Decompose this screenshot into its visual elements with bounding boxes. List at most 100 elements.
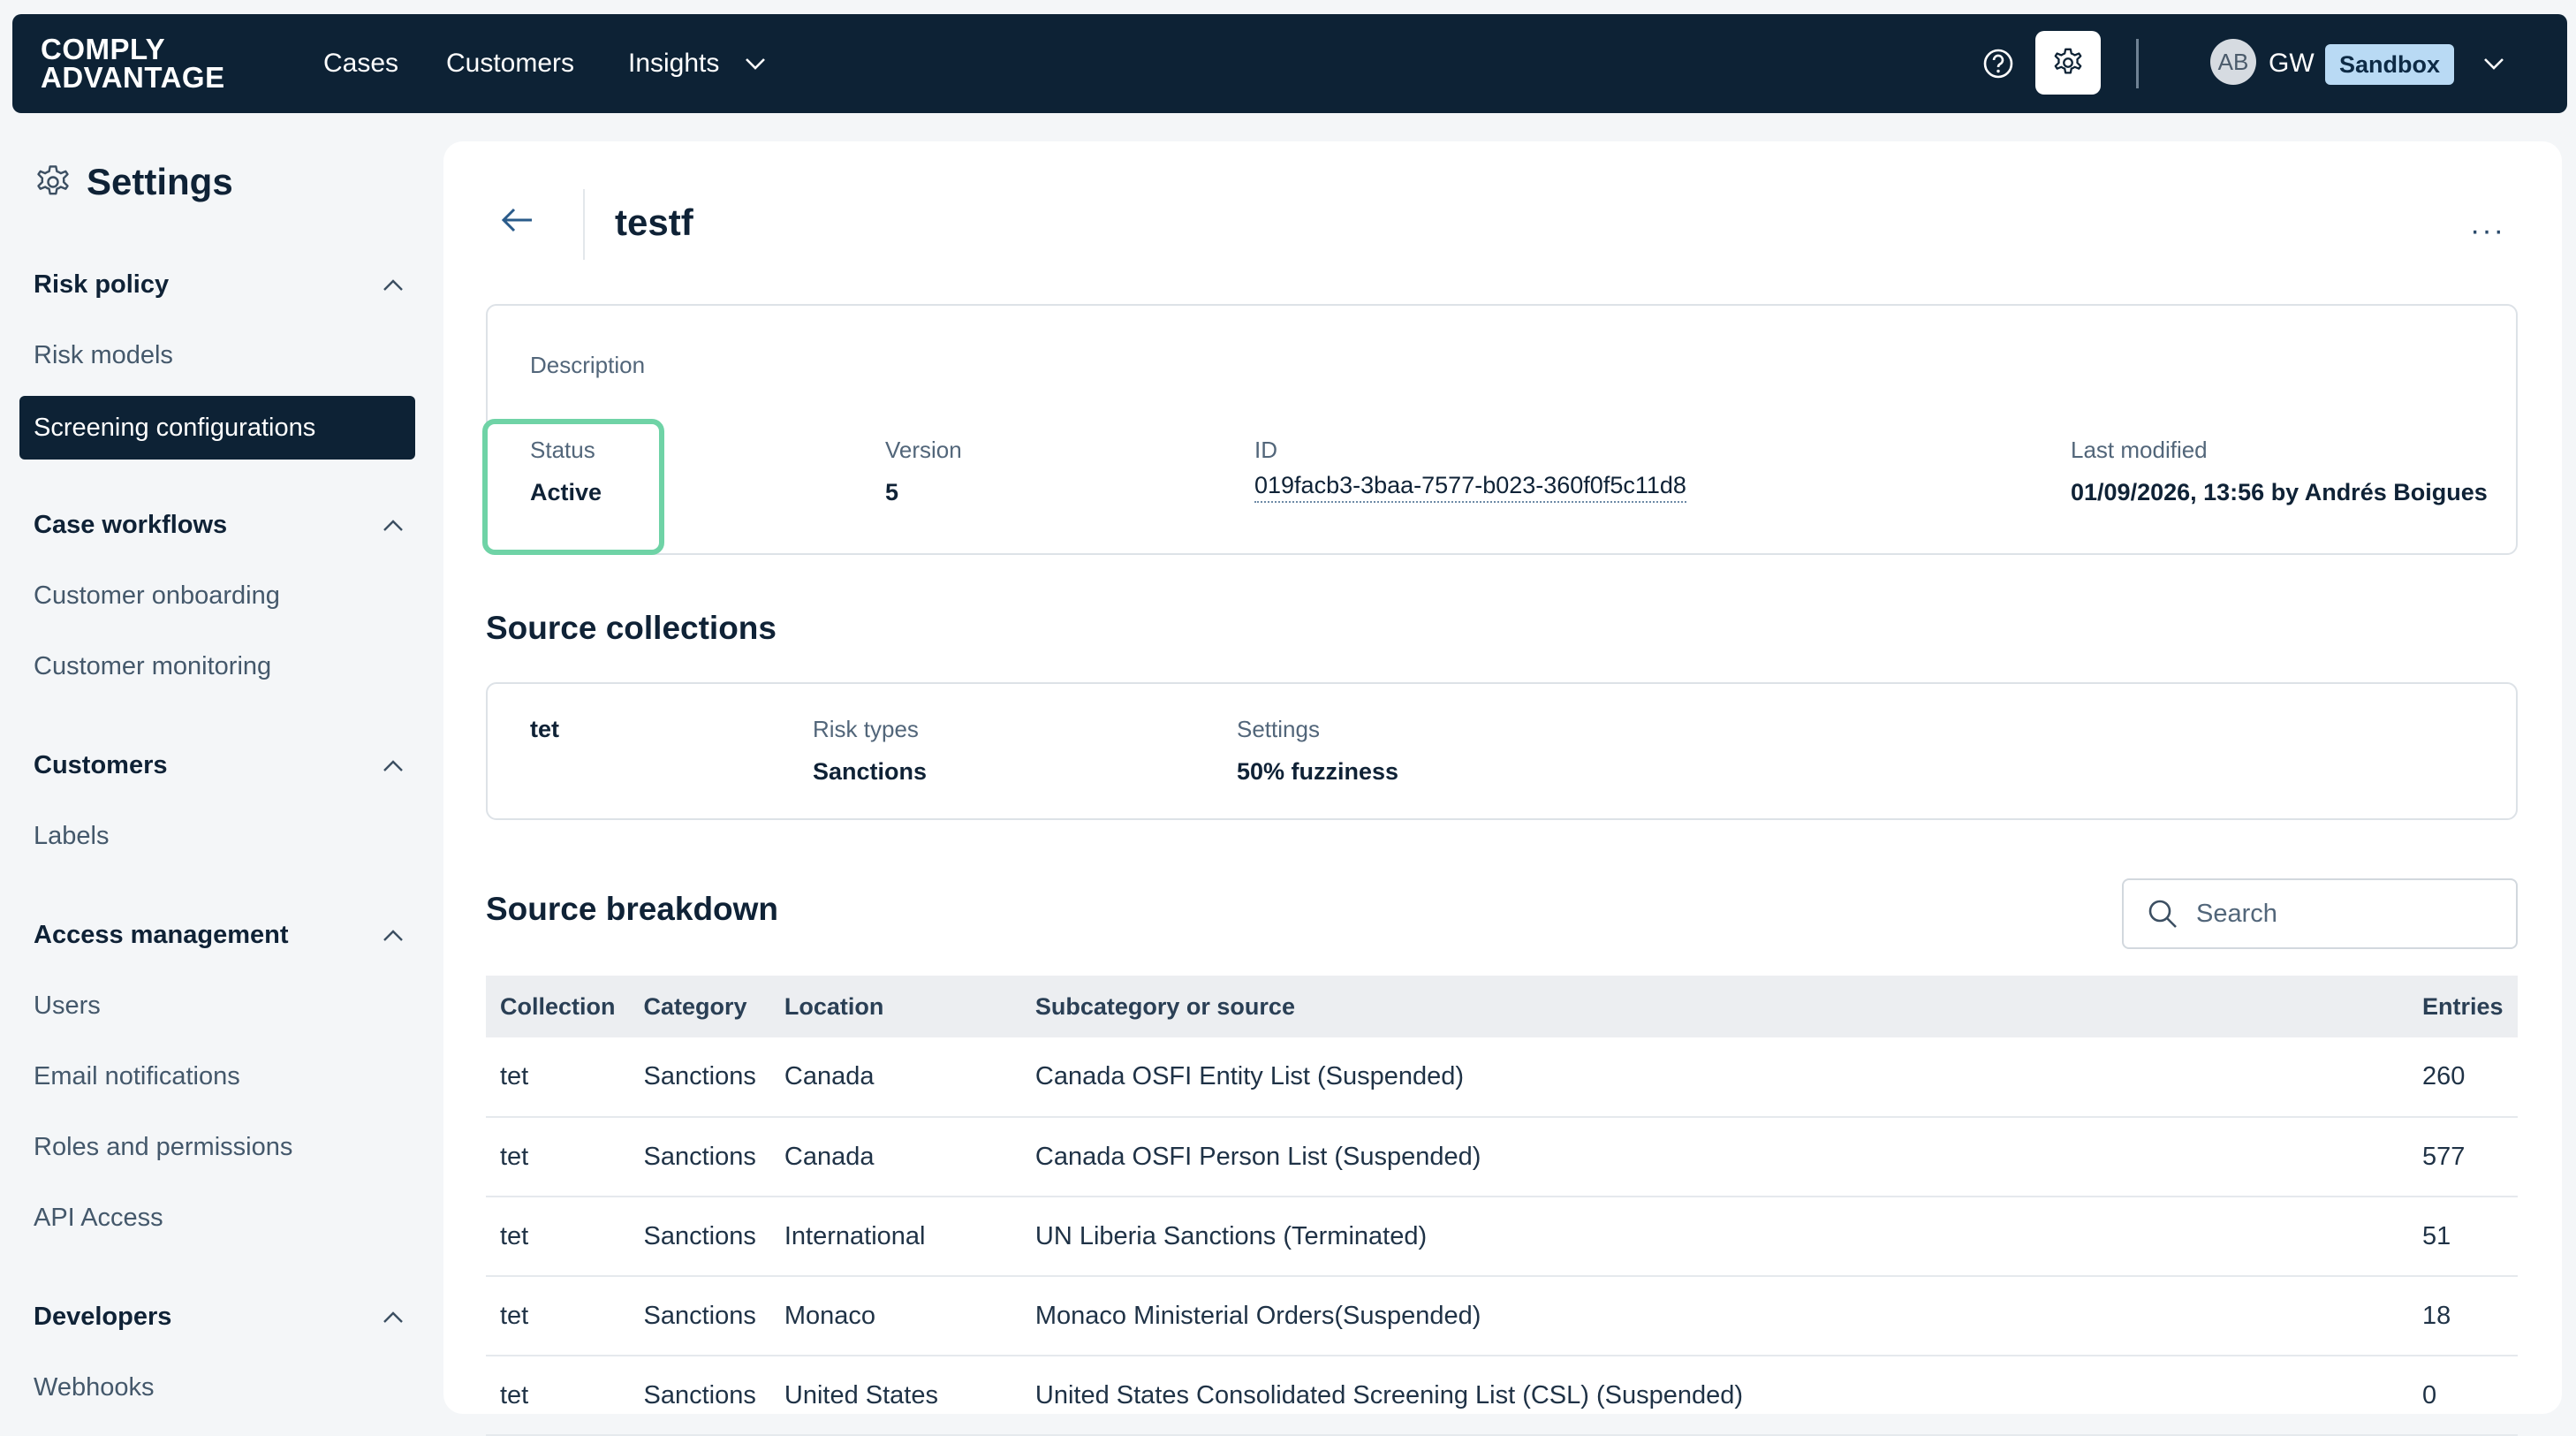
version-value: 5 (885, 479, 899, 505)
sidebar-item-api-access[interactable]: API Access (34, 1204, 163, 1233)
sidebar-section-risk-policy[interactable]: Risk policy (34, 270, 405, 300)
source-collection-card: tet Risk types Sanctions Settings 50% fu… (486, 682, 2518, 820)
cell-category: Sanctions (629, 1356, 770, 1436)
last-modified-value: 01/09/2026, 13:56 by Andrés Boigues (2071, 479, 2488, 505)
nav-insights[interactable]: Insights (628, 14, 719, 113)
search-field[interactable] (2122, 878, 2518, 949)
chevron-up-icon[interactable] (382, 278, 405, 293)
sidebar-item-customer-monitoring[interactable]: Customer monitoring (34, 652, 271, 681)
sidebar-item-users[interactable]: Users (34, 992, 101, 1021)
page-section-title: Settings (87, 161, 233, 202)
table-row[interactable]: tet Sanctions Canada Canada OSFI Person … (486, 1117, 2518, 1197)
source-collections-title: Source collections (486, 610, 777, 646)
source-breakdown-title: Source breakdown (486, 891, 779, 927)
cell-collection: tet (486, 1117, 630, 1197)
cell-category: Sanctions (629, 1276, 770, 1356)
table-row[interactable]: tet Sanctions International UN Liberia S… (486, 1197, 2518, 1277)
nav-cases[interactable]: Cases (323, 14, 398, 113)
table-header-row: Collection Category Location Subcategory… (486, 976, 2518, 1037)
cell-collection: tet (486, 1197, 630, 1277)
column-header-entries[interactable]: Entries (2408, 976, 2518, 1037)
logo-line-2: ADVANTAGE (41, 61, 225, 94)
cell-entries: 577 (2408, 1117, 2518, 1197)
logo-line-1: COMPLY (41, 33, 166, 65)
nav-divider (2136, 39, 2139, 88)
cell-subcategory: Canada OSFI Entity List (Suspended) (1020, 1037, 2408, 1118)
settings-value: 50% fuzziness (1237, 758, 1399, 785)
cell-location: United States (769, 1356, 1021, 1436)
risk-types-value: Sanctions (813, 758, 928, 785)
sidebar-section-customers[interactable]: Customers (34, 751, 405, 780)
sidebar-item-labels[interactable]: Labels (34, 822, 109, 851)
nav-customers[interactable]: Customers (446, 14, 574, 113)
sidebar-section-case-workflows[interactable]: Case workflows (34, 511, 405, 540)
sidebar-item-risk-models[interactable]: Risk models (34, 341, 173, 370)
sidebar-item-roles-and-permissions[interactable]: Roles and permissions (34, 1133, 292, 1162)
sidebar-item-email-notifications[interactable]: Email notifications (34, 1062, 240, 1091)
help-icon[interactable] (1979, 44, 2018, 83)
section-header-label: Access management (34, 921, 289, 949)
back-arrow-icon[interactable] (500, 205, 535, 235)
sidebar-item-webhooks[interactable]: Webhooks (34, 1373, 155, 1402)
cell-collection: tet (486, 1276, 630, 1356)
status-label: Status (530, 437, 595, 463)
section-header-label: Case workflows (34, 511, 228, 539)
table-row[interactable]: tet Sanctions Canada Canada OSFI Entity … (486, 1037, 2518, 1118)
cell-category: Sanctions (629, 1197, 770, 1277)
source-breakdown-table: Collection Category Location Subcategory… (486, 976, 2518, 1436)
chevron-up-icon[interactable] (382, 759, 405, 773)
id-value[interactable]: 019facb3-3baa-7577-b023-360f0f5c11d8 (1254, 472, 1686, 503)
page-title: testf (615, 201, 693, 243)
main-panel: testf ··· Description Status Active Vers… (443, 141, 2562, 1436)
column-header-location[interactable]: Location (769, 976, 1021, 1037)
table-row[interactable]: tet Sanctions Monaco Monaco Ministerial … (486, 1276, 2518, 1356)
title-divider (583, 189, 585, 260)
chevron-up-icon[interactable] (382, 519, 405, 533)
search-input[interactable] (2196, 899, 2496, 929)
sidebar-item-screening-configurations[interactable]: Screening configurations (19, 396, 415, 460)
cell-location: Monaco (769, 1276, 1021, 1356)
more-options-button[interactable]: ··· (2470, 214, 2505, 248)
cell-entries: 18 (2408, 1276, 2518, 1356)
last-modified-label: Last modified (2071, 437, 2208, 463)
user-initials[interactable]: GW (2269, 14, 2315, 113)
risk-types-label: Risk types (813, 716, 919, 742)
avatar[interactable]: AB (2210, 39, 2256, 85)
chevron-down-icon[interactable] (744, 57, 767, 71)
collection-name: tet (530, 716, 559, 742)
top-navigation-bar: COMPLY ADVANTAGE Cases Customers Insight… (12, 14, 2567, 113)
cell-entries: 260 (2408, 1037, 2518, 1118)
settings-label: Settings (1237, 716, 1320, 742)
table-row[interactable]: tet Sanctions United States United State… (486, 1356, 2518, 1436)
cell-subcategory: United States Consolidated Screening Lis… (1020, 1356, 2408, 1436)
sidebar-section-developers[interactable]: Developers (34, 1303, 405, 1332)
cell-entries: 51 (2408, 1197, 2518, 1277)
chevron-up-icon[interactable] (382, 1311, 405, 1325)
sidebar-section-access-management[interactable]: Access management (34, 921, 405, 950)
chevron-up-icon[interactable] (382, 929, 405, 943)
company-logo[interactable]: COMPLY ADVANTAGE (41, 33, 225, 94)
version-label: Version (885, 437, 962, 463)
cell-category: Sanctions (629, 1037, 770, 1118)
cell-location: Canada (769, 1037, 1021, 1118)
section-header-label: Developers (34, 1303, 172, 1331)
description-label: Description (530, 352, 646, 378)
settings-button[interactable] (2035, 31, 2101, 95)
id-label: ID (1254, 437, 1277, 463)
cell-subcategory: Canada OSFI Person List (Suspended) (1020, 1117, 2408, 1197)
cell-subcategory: UN Liberia Sanctions (Terminated) (1020, 1197, 2408, 1277)
cell-collection: tet (486, 1356, 630, 1436)
column-header-subcategory[interactable]: Subcategory or source (1020, 976, 2408, 1037)
section-header-label: Risk policy (34, 270, 170, 299)
cell-subcategory: Monaco Ministerial Orders(Suspended) (1020, 1276, 2408, 1356)
cell-location: International (769, 1197, 1021, 1277)
chevron-down-icon[interactable] (2482, 57, 2505, 71)
column-header-collection[interactable]: Collection (486, 976, 630, 1037)
cell-category: Sanctions (629, 1117, 770, 1197)
configuration-info-card: Description Status Active Version 5 ID 0… (482, 304, 2518, 555)
column-header-category[interactable]: Category (629, 976, 770, 1037)
gear-icon (37, 165, 69, 195)
search-icon (2148, 900, 2177, 928)
sidebar-item-customer-onboarding[interactable]: Customer onboarding (34, 581, 280, 611)
sidebar-title: Settings (34, 161, 233, 203)
